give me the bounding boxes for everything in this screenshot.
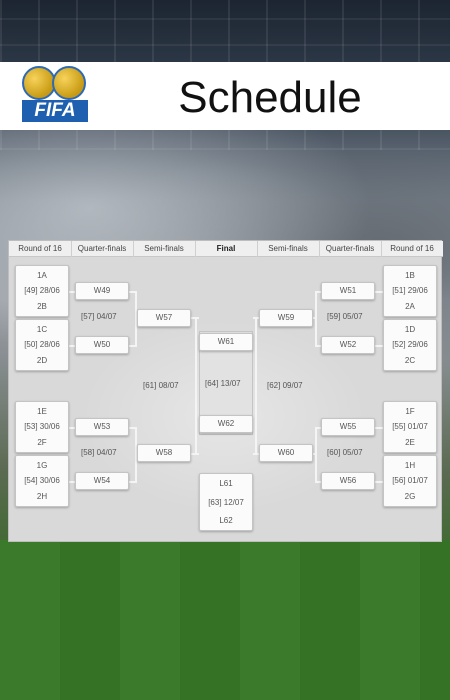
team-label: 2E: [405, 438, 415, 447]
match-info-62: [62] 09/07: [267, 381, 303, 390]
match-info: [51] 29/06: [392, 286, 428, 295]
team-label: L61: [219, 479, 233, 488]
globe-icon: [22, 66, 56, 100]
pitch-background: [0, 540, 450, 700]
page-title: Schedule: [178, 73, 362, 122]
logo-wordmark: FIFA: [22, 100, 88, 122]
qf-slot-w51[interactable]: W51: [321, 282, 375, 300]
connector-line: [375, 345, 383, 347]
match-card-52[interactable]: 1D [52] 29/06 2C: [383, 319, 437, 371]
match-info: [56] 01/07: [392, 476, 428, 485]
globe-icon: [52, 66, 86, 100]
team-label: 2A: [405, 302, 415, 311]
match-card-56[interactable]: 1H [56] 01/07 2G: [383, 455, 437, 507]
team-label: 1F: [405, 407, 415, 416]
match-info: [53] 30/06: [24, 422, 60, 431]
third-place-match-card[interactable]: L61 [63] 12/07 L62: [199, 473, 253, 531]
col-header-semi-finals-left: Semi-finals: [133, 241, 195, 257]
connector-line: [255, 319, 257, 455]
team-label: 2C: [404, 356, 416, 365]
connector-line: [195, 319, 197, 455]
team-label: 2D: [36, 356, 48, 365]
match-info: [55] 01/07: [392, 422, 428, 431]
match-info-64: [64] 13/07: [205, 379, 241, 388]
team-label: 1B: [405, 271, 415, 280]
match-info-57: [57] 04/07: [81, 312, 117, 321]
match-info-61: [61] 08/07: [143, 381, 179, 390]
connector-line: [375, 427, 383, 429]
match-info-58: [58] 04/07: [81, 448, 117, 457]
team-label: 2F: [37, 438, 47, 447]
match-card-55[interactable]: 1F [55] 01/07 2E: [383, 401, 437, 453]
match-info-63: [63] 12/07: [208, 498, 244, 507]
match-info: [52] 29/06: [392, 340, 428, 349]
qf-slot-w55[interactable]: W55: [321, 418, 375, 436]
connector-line: [375, 291, 383, 293]
divider: [257, 241, 258, 257]
fifa-logo: FIFA: [18, 64, 90, 126]
sf-slot-w59[interactable]: W59: [259, 309, 313, 327]
team-label: 1C: [36, 325, 48, 334]
divider: [71, 241, 72, 257]
bracket-panel: Round of 16 Quarter-finals Semi-finals F…: [8, 240, 443, 542]
final-slot-w62[interactable]: W62: [199, 415, 253, 433]
divider: [133, 241, 134, 257]
connector-line: [191, 317, 199, 319]
match-info-60: [60] 05/07: [327, 448, 363, 457]
col-header-quarter-finals-right: Quarter-finals: [319, 241, 381, 257]
team-label: 2H: [36, 492, 48, 501]
qf-slot-w49[interactable]: W49: [75, 282, 129, 300]
team-label: 1A: [37, 271, 47, 280]
qf-slot-w50[interactable]: W50: [75, 336, 129, 354]
team-label: 2G: [404, 492, 416, 501]
team-label: 1H: [404, 461, 416, 470]
team-label: 2B: [37, 302, 47, 311]
col-header-final: Final: [195, 241, 257, 257]
connector-line: [191, 453, 199, 455]
team-label: 1G: [36, 461, 48, 470]
divider: [195, 241, 196, 257]
match-info: [50] 28/06: [24, 340, 60, 349]
col-header-round-of-16-left: Round of 16: [9, 241, 71, 257]
qf-slot-w53[interactable]: W53: [75, 418, 129, 436]
team-label: 1E: [37, 407, 47, 416]
match-card-53[interactable]: 1E [53] 30/06 2F: [15, 401, 69, 453]
connector-line: [315, 291, 317, 347]
col-header-round-of-16-right: Round of 16: [381, 241, 443, 257]
divider: [381, 241, 382, 257]
divider: [319, 241, 320, 257]
match-info: [54] 30/06: [24, 476, 60, 485]
col-header-semi-finals-right: Semi-finals: [257, 241, 319, 257]
sf-slot-w60[interactable]: W60: [259, 444, 313, 462]
connector-line: [375, 481, 383, 483]
match-card-54[interactable]: 1G [54] 30/06 2H: [15, 455, 69, 507]
qf-slot-w56[interactable]: W56: [321, 472, 375, 490]
qf-slot-w52[interactable]: W52: [321, 336, 375, 354]
team-label: L62: [219, 516, 233, 525]
final-slot-w61[interactable]: W61: [199, 333, 253, 351]
col-header-quarter-finals-left: Quarter-finals: [71, 241, 133, 257]
sf-slot-w57[interactable]: W57: [137, 309, 191, 327]
match-card-49[interactable]: 1A [49] 28/06 2B: [15, 265, 69, 317]
match-card-51[interactable]: 1B [51] 29/06 2A: [383, 265, 437, 317]
match-info-59: [59] 05/07: [327, 312, 363, 321]
match-info: [49] 28/06: [24, 286, 60, 295]
team-label: 1D: [404, 325, 416, 334]
qf-slot-w54[interactable]: W54: [75, 472, 129, 490]
connector-line: [315, 427, 317, 483]
sf-slot-w58[interactable]: W58: [137, 444, 191, 462]
match-card-50[interactable]: 1C [50] 28/06 2D: [15, 319, 69, 371]
